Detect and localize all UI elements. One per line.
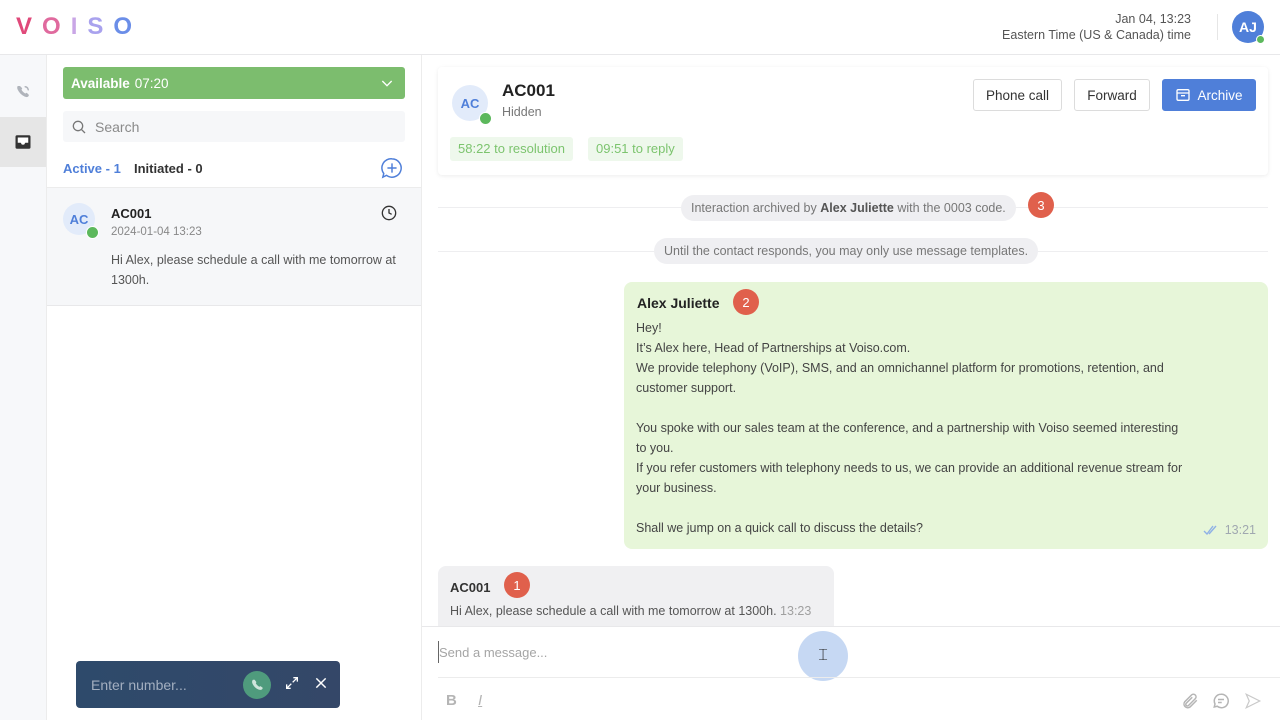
top-bar: VOISO Jan 04, 13:23 Eastern Time (US & C… (0, 0, 1280, 55)
phone-call-button[interactable]: Phone call (973, 79, 1062, 111)
message-body: Hey! It’s Alex here, Head of Partnership… (636, 321, 1183, 535)
contact-subtitle: Hidden (502, 105, 542, 119)
bold-button[interactable]: B (446, 692, 457, 709)
inbox-icon (15, 135, 31, 149)
system-message-text: Interaction archived by (691, 201, 821, 215)
contact-name: AC001 (502, 81, 555, 100)
message-text: Hi Alex, please schedule a call with me … (450, 604, 777, 618)
message-composer: ⌶ B I (422, 626, 1280, 720)
conversations-panel: Available 07:20 Active - 1 Initiated - 0… (47, 55, 422, 720)
chevron-down-icon (381, 80, 393, 87)
message-time: 13:21 (1224, 523, 1256, 537)
current-datetime: Jan 04, 13:23 Eastern Time (US & Canada)… (1002, 11, 1191, 43)
conversation-preview: Hi Alex, please schedule a call with me … (111, 253, 396, 287)
clock-icon (381, 205, 397, 221)
dial-button[interactable] (243, 671, 271, 699)
resolution-timer: 58:22 to resolution (450, 137, 573, 161)
message-meta: 13:21 (1203, 523, 1256, 537)
mouse-cursor-highlight: ⌶ (798, 631, 848, 681)
nav-rail (0, 55, 47, 720)
voiso-logo[interactable]: VOISO (16, 13, 142, 41)
forward-button[interactable]: Forward (1074, 79, 1150, 111)
archive-label: Archive (1197, 87, 1243, 103)
message-time: 13:23 (780, 604, 812, 618)
archive-button[interactable]: Archive (1162, 79, 1256, 111)
contact-avatar: AC (452, 85, 492, 125)
dialer-widget (76, 661, 340, 708)
archive-icon (1176, 89, 1191, 101)
system-message-agent: Alex Juliette (820, 201, 894, 215)
logo-letter: O (42, 13, 71, 40)
reply-timer: 09:51 to reply (588, 137, 683, 161)
phone-icon (252, 679, 263, 690)
message-sender: AC001 (450, 580, 491, 595)
timezone-label: Eastern Time (US & Canada) time (1002, 28, 1191, 42)
paperclip-icon[interactable] (1181, 692, 1199, 710)
tab-active[interactable]: Active - 1 (63, 161, 121, 190)
annotation-badge: 3 (1028, 192, 1054, 218)
conversation-list-item[interactable]: AC AC001 2024-01-04 13:23 Hi Alex, pleas… (47, 188, 421, 306)
user-avatar[interactable]: AJ (1232, 11, 1265, 44)
rail-item-calls[interactable] (0, 67, 46, 117)
tab-initiated[interactable]: Initiated - 0 (134, 161, 203, 176)
contact-avatar: AC (63, 203, 99, 239)
current-date: Jan 04, 13:23 (1115, 12, 1191, 26)
conversation-name: AC001 (111, 206, 152, 221)
divider (438, 677, 1280, 678)
system-message-text: with the 0003 code. (893, 201, 1006, 215)
annotation-badge: 1 (504, 572, 530, 598)
close-icon[interactable] (313, 675, 329, 691)
whatsapp-icon (479, 112, 492, 125)
user-initials: AJ (1239, 19, 1257, 35)
logo-letter: I (70, 13, 88, 40)
agent-status-dropdown[interactable]: Available 07:20 (63, 67, 405, 99)
user-status-dot (1256, 35, 1265, 44)
message-body: Hi Alex, please schedule a call with me … (450, 604, 811, 618)
double-check-icon (1203, 525, 1217, 535)
logo-letter: V (16, 13, 43, 40)
contact-initials: AC (460, 95, 480, 111)
expand-icon[interactable] (284, 675, 300, 691)
conversation-tabs: Active - 1 Initiated - 0 (63, 151, 405, 190)
incoming-message: AC001 1 Hi Alex, please schedule a call … (438, 566, 834, 626)
send-icon[interactable] (1244, 692, 1262, 710)
system-message: Until the contact responds, you may only… (654, 238, 1039, 264)
system-message: Interaction archived by Alex Juliette wi… (681, 195, 1016, 221)
message-sender: Alex Juliette (637, 295, 720, 311)
new-conversation-icon[interactable] (381, 157, 403, 179)
conversation-view: AC AC001 Hidden 58:22 to resolution 09:5… (422, 55, 1280, 720)
status-label: Available (71, 75, 130, 91)
template-message-icon[interactable] (1212, 692, 1230, 710)
status-timer: 07:20 (134, 75, 169, 91)
whatsapp-icon (86, 226, 99, 239)
divider (1217, 14, 1218, 40)
logo-letter: O (113, 13, 143, 40)
search-icon (72, 120, 86, 133)
contact-header: AC AC001 Hidden 58:22 to resolution 09:5… (438, 67, 1268, 175)
outgoing-message: Alex Juliette 2 Hey! It’s Alex here, Hea… (624, 282, 1268, 549)
logo-letter: S (87, 13, 114, 40)
rail-item-inbox[interactable] (0, 117, 46, 167)
annotation-badge: 2 (733, 289, 759, 315)
search-box (63, 111, 405, 142)
italic-button[interactable]: I (478, 692, 482, 709)
conversation-timestamp: 2024-01-04 13:23 (111, 226, 202, 238)
phone-activity-icon (17, 86, 29, 98)
contact-initials: AC (69, 211, 89, 227)
phone-number-input[interactable] (91, 676, 231, 693)
search-input[interactable] (95, 118, 375, 135)
